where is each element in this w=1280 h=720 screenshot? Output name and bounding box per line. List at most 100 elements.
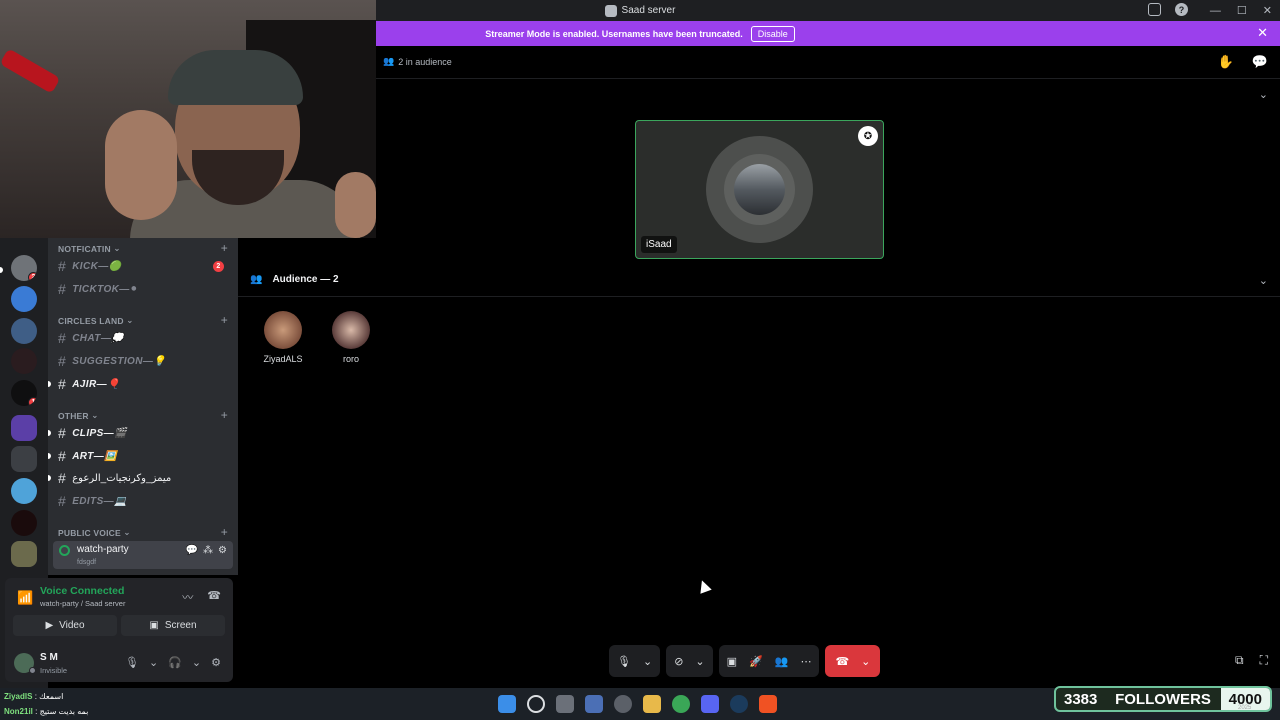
close-banner-icon[interactable]: ✕ [1257, 25, 1268, 41]
app-root: Saad server ? — ☐ ✕ Streamer Mode is ena… [0, 0, 1280, 720]
server-icon-10[interactable] [11, 541, 37, 567]
server-icon-7[interactable] [11, 446, 37, 472]
window-title: Saad server [604, 4, 675, 17]
activities-icon[interactable]: 🚀 [749, 655, 763, 668]
camera-options-chevron-icon[interactable]: ⌄ [695, 655, 704, 668]
share-screen-icon[interactable]: ▣ [727, 655, 737, 668]
stage-action-group: ▣ 🚀 👥 ⋯ [718, 645, 820, 677]
video-button-label: Video [59, 620, 85, 631]
speaker-avatar [734, 164, 785, 215]
webcam-person-cap [168, 50, 303, 105]
server-icon-4[interactable] [11, 348, 37, 374]
signal-icon[interactable]: 📶 [17, 590, 33, 606]
leave-options-chevron-icon[interactable]: ⌄ [861, 655, 870, 668]
noise-suppression-icon[interactable]: 〰 [182, 589, 193, 605]
inbox-icon[interactable] [1148, 3, 1161, 16]
server-icon-3[interactable] [11, 318, 37, 344]
minimize-button[interactable]: — [1210, 5, 1221, 17]
fullscreen-icon[interactable]: ⛶ [1260, 653, 1268, 668]
raise-hand-icon[interactable]: ✋ [1218, 54, 1234, 70]
microphone-icon[interactable]: 🎙 [617, 655, 631, 668]
more-options-icon[interactable]: ⋯ [800, 655, 811, 668]
channel-memes[interactable]: # ميمز_وكرنجيات_الرعوع [48, 468, 230, 488]
speaker-tile[interactable]: ✪ iSaad [635, 120, 884, 259]
voice-channel-watch-party[interactable]: watch-party fdsgdf 💬 ⁂ ⚙ [53, 541, 233, 569]
channel-ajir[interactable]: # AJIR—🎈 [48, 374, 230, 394]
category-label: OTHER [58, 410, 89, 421]
chat-icon[interactable]: 💬 [1252, 54, 1268, 70]
mic-options-chevron-icon[interactable]: ⌄ [643, 655, 652, 668]
audio-options-chevron-icon[interactable]: ⌄ [192, 656, 201, 669]
mic-options-chevron-icon[interactable]: ⌄ [149, 656, 158, 669]
channel-art[interactable]: # ART—🖼️ [48, 446, 230, 466]
disable-streamer-mode-button[interactable]: Disable [750, 25, 795, 42]
task-view-icon[interactable] [556, 695, 574, 713]
microphone-icon[interactable]: 🎙 [125, 656, 139, 669]
add-channel-icon[interactable]: + [221, 313, 228, 327]
add-channel-icon[interactable]: + [221, 525, 228, 539]
disconnect-icon[interactable]: ☎ [207, 589, 221, 605]
voice-channel-actions: 💬 ⁂ ⚙ [186, 545, 227, 556]
stage-channel-icon [59, 545, 70, 556]
discord-icon[interactable] [701, 695, 719, 713]
server-icon-9[interactable] [11, 510, 37, 536]
voice-panel-actions: 〰 ☎ [182, 589, 221, 605]
chrome-icon[interactable] [672, 695, 690, 713]
server-icon-8[interactable] [11, 478, 37, 504]
audience-member[interactable]: ZiyadALS [253, 311, 313, 364]
divider [376, 78, 1280, 79]
channel-ticktok[interactable]: # TICKTOK—⚫ [58, 279, 230, 299]
window-controls: — ☐ ✕ [1210, 0, 1272, 21]
search-icon[interactable] [527, 695, 545, 713]
collapse-speakers-chevron-icon[interactable]: ⌄ [1259, 88, 1268, 101]
category-public-voice[interactable]: PUBLIC VOICE ⌄ + [58, 525, 228, 539]
video-button[interactable]: ▶ Video [13, 615, 117, 636]
maximize-button[interactable]: ☐ [1237, 4, 1247, 17]
view-controls: ⧉ ⛶ [1235, 653, 1268, 668]
server-icon-6[interactable] [11, 415, 37, 441]
invite-icon[interactable]: ⁂ [203, 545, 213, 556]
server-icon-5[interactable]: 1 [11, 380, 37, 406]
category-other[interactable]: OTHER ⌄ + [58, 408, 228, 422]
brave-icon[interactable] [759, 695, 777, 713]
popout-icon[interactable]: ⧉ [1235, 653, 1244, 668]
category-circles-land[interactable]: CIRCLES LAND ⌄ + [58, 313, 228, 327]
camera-off-icon[interactable]: ⊘ [674, 655, 683, 668]
user-settings-gear-icon[interactable]: ⚙ [211, 656, 221, 669]
invite-people-icon[interactable]: 👥 [775, 655, 789, 668]
collapse-audience-chevron-icon[interactable]: ⌄ [1259, 274, 1268, 287]
screen-share-button[interactable]: ▣ Screen [121, 615, 225, 636]
mic-control-group: 🎙 ⌄ [609, 645, 661, 677]
category-notficatin[interactable]: NOTFICATIN ⌄ + [58, 241, 228, 255]
file-explorer-icon[interactable] [643, 695, 661, 713]
member-name: roro [342, 354, 359, 364]
audience-member[interactable]: roro [321, 311, 381, 364]
windows-start-icon[interactable] [498, 695, 516, 713]
text-channel-icon: # [58, 470, 67, 486]
server-icon-1[interactable]: 2 [11, 255, 37, 281]
channel-edits[interactable]: # EDITS—💻 [58, 491, 230, 511]
channel-label: CLIPS—🎬 [72, 427, 127, 439]
channel-suggestion[interactable]: # SUGGESTION—💡 [58, 351, 230, 371]
voice-connected-location[interactable]: watch-party / Saad server [40, 599, 125, 608]
close-window-button[interactable]: ✕ [1263, 4, 1272, 17]
follower-count: 3383 [1064, 690, 1098, 708]
channel-clips[interactable]: # CLIPS—🎬 [48, 423, 230, 443]
channel-list: NOTFICATIN ⌄ + # KICK—🟢 2 # TICKTOK—⚫ CI… [48, 238, 238, 575]
add-channel-icon[interactable]: + [221, 408, 228, 422]
app-icon[interactable] [614, 695, 632, 713]
leave-stage-button[interactable]: ☎ ⌄ [825, 645, 881, 677]
audience-count: 👥 2 in audience [383, 56, 452, 67]
add-channel-icon[interactable]: + [221, 241, 228, 255]
call-controls: 🎙 ⌄ ⊘ ⌄ ▣ 🚀 👥 ⋯ ☎ ⌄ [609, 645, 881, 677]
headphones-icon[interactable]: 🎧 [168, 656, 182, 669]
store-icon[interactable] [585, 695, 603, 713]
audience-icon: 👥 [250, 274, 263, 285]
steam-icon[interactable] [730, 695, 748, 713]
help-icon[interactable]: ? [1175, 3, 1188, 16]
chat-bubble-icon[interactable]: 💬 [186, 545, 198, 556]
gear-icon[interactable]: ⚙ [218, 545, 227, 556]
channel-kick[interactable]: # KICK—🟢 2 [58, 256, 230, 276]
channel-chat[interactable]: # CHAT—💭 [58, 328, 230, 348]
server-icon-2[interactable] [11, 286, 37, 312]
